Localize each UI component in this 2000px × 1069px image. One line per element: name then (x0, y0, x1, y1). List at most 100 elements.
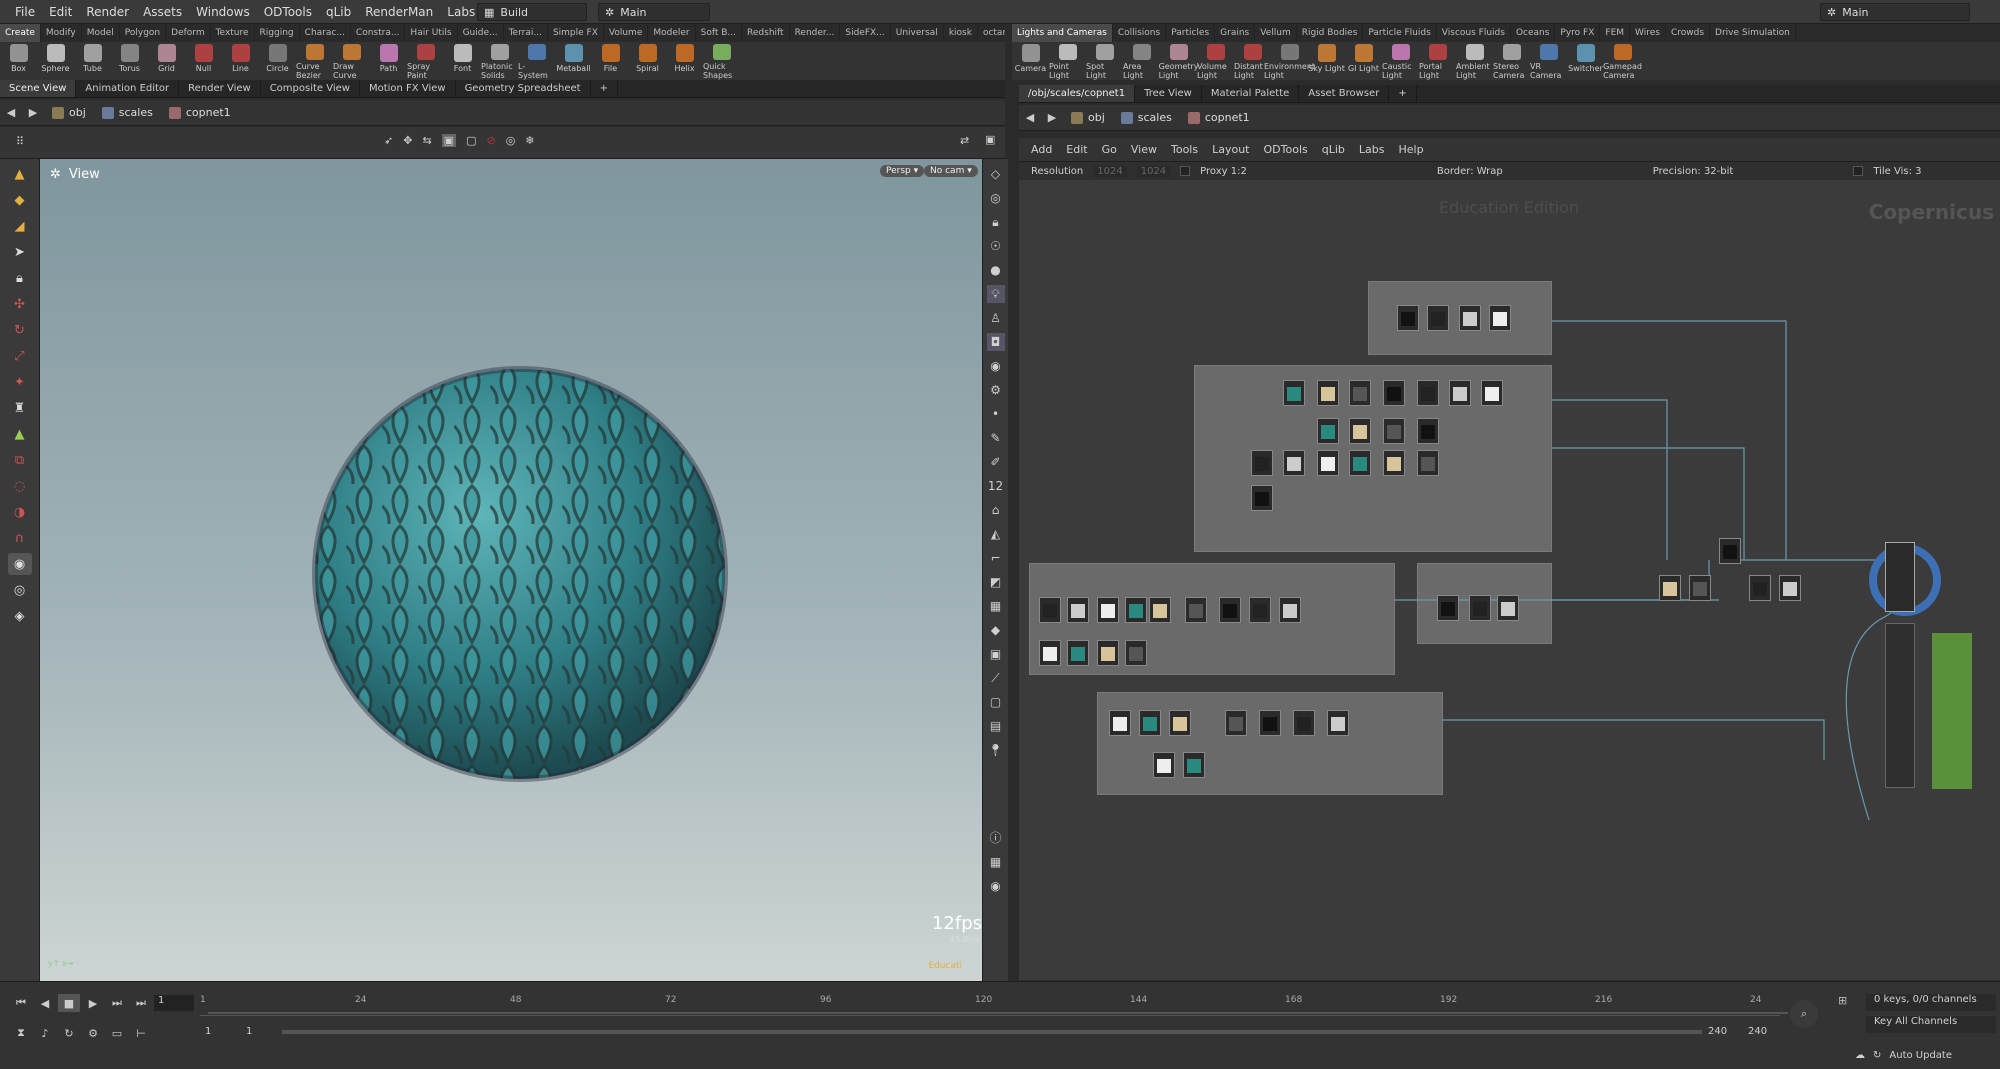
network-node[interactable] (1293, 710, 1315, 736)
shelf-tool[interactable]: Sphere (37, 42, 74, 80)
dropper-icon[interactable]: ✐ (987, 453, 1005, 471)
handle-icon[interactable]: ✥ (403, 134, 412, 147)
point-icon[interactable]: • (987, 405, 1005, 423)
info-icon[interactable]: ⓘ (987, 829, 1005, 847)
menu-render[interactable]: Render (79, 0, 136, 24)
wire-icon[interactable]: ▢ (466, 134, 476, 147)
shelf-tab[interactable]: Drive Simulation (1710, 24, 1796, 42)
menu-labs[interactable]: Labs (440, 0, 482, 24)
pane-tab[interactable]: Asset Browser (1299, 85, 1390, 102)
rig-icon[interactable]: ⚙ (987, 381, 1005, 399)
display-icon[interactable]: ▣ (441, 134, 457, 147)
network-node[interactable] (1219, 597, 1241, 623)
key-all-dropdown[interactable]: Key All Channels (1866, 1016, 1996, 1033)
shelf-tool[interactable]: Gamepad Camera (1603, 42, 1642, 80)
shelf-tool[interactable]: Environment Light (1264, 42, 1315, 80)
network-node[interactable] (1279, 597, 1301, 623)
camera-tool-icon[interactable]: ◎ (8, 579, 32, 601)
shelf-tab[interactable]: Model (82, 24, 120, 42)
scale-icon[interactable]: ⤢ (8, 345, 32, 367)
first-frame-icon[interactable]: ⏮ (10, 994, 32, 1012)
options-icon[interactable]: ⚙ (82, 1024, 104, 1042)
shelf-tab[interactable]: Wires (1630, 24, 1666, 42)
camera-icon[interactable]: ◎ (506, 134, 516, 147)
bone-icon[interactable]: ⟋ (987, 669, 1005, 687)
add-tab-icon[interactable]: + (1389, 85, 1417, 102)
back-arrow-icon[interactable]: ◀ (0, 104, 22, 122)
lock-icon[interactable]: 🔒︎ (987, 213, 1005, 231)
eye-icon[interactable]: ◉ (987, 357, 1005, 375)
output-stack[interactable] (1885, 623, 1915, 788)
net-menu-layout[interactable]: Layout (1212, 143, 1249, 156)
grid-dots-icon[interactable]: ⠿ (16, 135, 24, 148)
ruler-icon[interactable]: ▭ (106, 1024, 128, 1042)
network-node[interactable] (1169, 710, 1191, 736)
frame-field[interactable]: 1 (154, 995, 194, 1011)
menu-odtools[interactable]: ODTools (257, 0, 319, 24)
shelf-tool[interactable]: Point Light (1049, 42, 1086, 80)
net-menu-qlib[interactable]: qLib (1322, 143, 1345, 156)
network-node[interactable] (1317, 450, 1339, 476)
network-node[interactable] (1417, 418, 1439, 444)
view-tool-icon[interactable]: ◉ (7, 553, 32, 575)
shelf-tab[interactable]: Universal (891, 24, 944, 42)
shelf-tool[interactable]: Switcher (1567, 42, 1604, 80)
shelf-tool[interactable]: Spot Light (1086, 42, 1123, 80)
menu-renderman[interactable]: RenderMan (358, 0, 440, 24)
network-node[interactable] (1109, 710, 1131, 736)
network-node[interactable] (1489, 305, 1511, 331)
picture-icon[interactable]: ▤ (987, 717, 1005, 735)
shelf-tab[interactable]: Constra... (351, 24, 406, 42)
checker-icon[interactable]: ▦ (987, 597, 1005, 615)
range-end-field[interactable]: 240 (1748, 1026, 1767, 1037)
menu-assets[interactable]: Assets (136, 0, 189, 24)
menu-windows[interactable]: Windows (189, 0, 257, 24)
network-node[interactable] (1153, 752, 1175, 778)
plane-icon[interactable]: ◩ (987, 573, 1005, 591)
pane-tab[interactable]: Composite View (261, 80, 360, 97)
breadcrumb-copnet[interactable]: copnet1 (1180, 111, 1258, 124)
network-node[interactable] (1449, 380, 1471, 406)
forward-arrow-icon[interactable]: ▶ (1041, 109, 1063, 127)
brush-icon[interactable]: ▲ (8, 163, 32, 185)
network-node[interactable] (1039, 640, 1061, 666)
shelf-tool[interactable]: Curve Bezier (296, 42, 333, 80)
shelf-tool[interactable]: Caustic Light (1382, 42, 1419, 80)
lasso-icon[interactable]: ◌ (8, 475, 32, 497)
pose-icon[interactable]: ✦ (8, 371, 32, 393)
net-menu-view[interactable]: View (1131, 143, 1157, 156)
render-icon[interactable]: ◈ (8, 605, 32, 627)
eraser-icon[interactable]: ◢ (8, 215, 32, 237)
breadcrumb-obj[interactable]: obj (44, 106, 94, 119)
shelf-tab[interactable]: Rigid Bodies (1297, 24, 1364, 42)
snap-icon[interactable]: ⇆ (422, 134, 431, 147)
breadcrumb-scales[interactable]: scales (94, 106, 161, 119)
shelf-tool[interactable]: Torus (111, 42, 148, 80)
shelf-tab[interactable]: Vellum (1255, 24, 1297, 42)
cube-icon[interactable]: ▣ (987, 645, 1005, 663)
shelf-tab[interactable]: Texture (211, 24, 255, 42)
proxy-checkbox[interactable] (1180, 166, 1191, 176)
shelf-tool[interactable]: VR Camera (1530, 42, 1567, 80)
network-node[interactable] (1689, 575, 1711, 601)
figure-icon[interactable]: ♜ (8, 397, 32, 419)
pane-tab[interactable]: Material Palette (1202, 85, 1300, 102)
shelf-tab[interactable]: SideFX... (840, 24, 891, 42)
shelf-tool[interactable]: Stereo Camera (1493, 42, 1530, 80)
pane-tab[interactable]: Tree View (1135, 85, 1202, 102)
network-node[interactable] (1317, 380, 1339, 406)
network-node[interactable] (1097, 640, 1119, 666)
shelf-tab[interactable]: Particle Fluids (1363, 24, 1437, 42)
persp-menu[interactable]: Persp ▾ (880, 165, 925, 177)
network-node[interactable] (1327, 710, 1349, 736)
pane-tab[interactable]: Render View (179, 80, 261, 97)
camera-menu[interactable]: No cam ▾ (924, 165, 978, 177)
range-end[interactable]: 240 (1708, 1026, 1727, 1037)
box-icon[interactable]: ▢ (987, 693, 1005, 711)
person-icon[interactable]: ♙ (987, 309, 1005, 327)
network-node[interactable] (1749, 575, 1771, 601)
network-node[interactable] (1779, 575, 1801, 601)
stop-icon[interactable]: ⊘ (486, 134, 495, 147)
play-icon[interactable]: ▶ (82, 994, 104, 1012)
menu-file[interactable]: File (8, 0, 42, 24)
